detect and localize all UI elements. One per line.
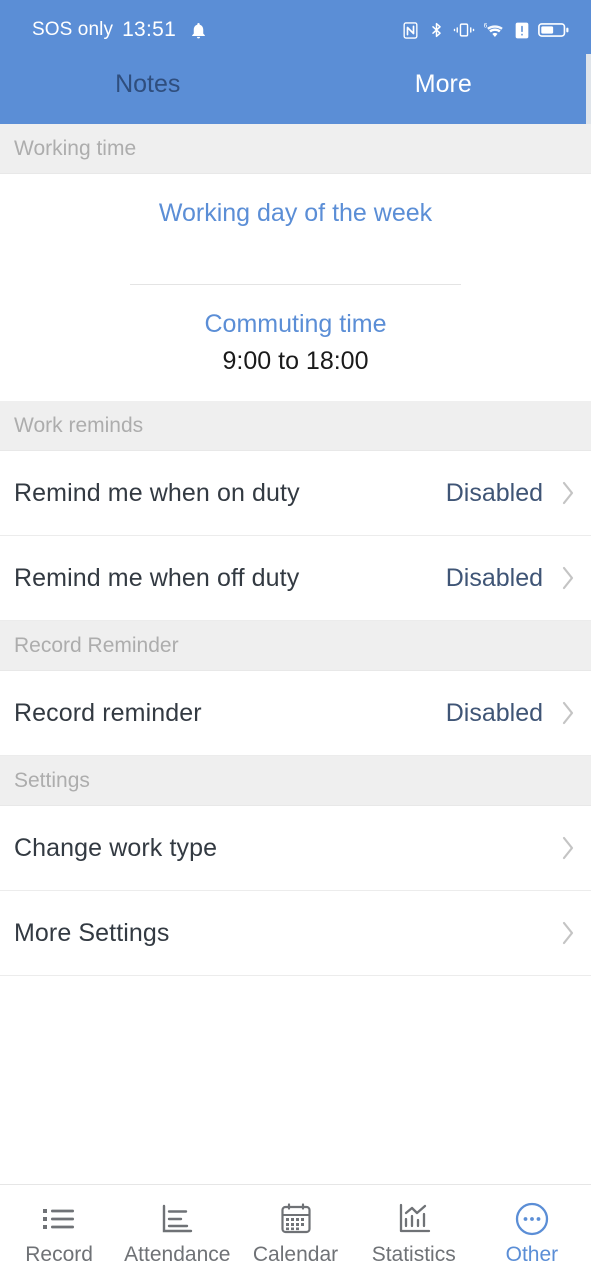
nfc-icon	[401, 21, 420, 40]
nav-label: Other	[505, 1243, 559, 1266]
content-filler	[0, 976, 591, 1184]
signal-alert-icon	[514, 21, 530, 40]
section-header-working-time: Working time	[0, 124, 591, 174]
status-bar-left: SOS only 13:51	[32, 18, 208, 42]
settings-content: Working time Working day of the week Com…	[0, 124, 591, 1184]
nav-label: Statistics	[371, 1243, 456, 1266]
nav-label: Calendar	[252, 1243, 339, 1266]
nav-item-statistics[interactable]: Statistics	[355, 1198, 473, 1267]
tab-notes[interactable]: Notes	[0, 64, 296, 104]
row-record-reminder[interactable]: Record reminder Disabled	[0, 671, 591, 756]
nav-item-attendance[interactable]: Attendance	[118, 1198, 236, 1267]
row-label: Change work type	[14, 833, 218, 862]
wifi-6-icon: 6	[483, 20, 506, 40]
section-header-record-reminder: Record Reminder	[0, 621, 591, 671]
scrollbar-track[interactable]	[586, 54, 591, 124]
working-time-card: Working day of the week Commuting time 9…	[0, 174, 591, 401]
section-header-work-reminds: Work reminds	[0, 401, 591, 451]
row-label: Record reminder	[14, 698, 202, 727]
working-day-of-week-label[interactable]: Working day of the week	[0, 196, 591, 230]
app-root: SOS only 13:51 6 Notes More Working time…	[0, 0, 591, 1280]
nav-item-calendar[interactable]: Calendar	[236, 1198, 354, 1267]
chevron-right-icon	[559, 478, 577, 508]
statistics-chart-icon	[397, 1198, 431, 1240]
row-remind-off-duty[interactable]: Remind me when off duty Disabled	[0, 536, 591, 621]
bluetooth-icon	[428, 20, 445, 40]
carrier-label: SOS only	[32, 19, 114, 40]
row-label: Remind me when off duty	[14, 563, 300, 592]
bottom-navigation: Record Attendance Calendar Statistics Ot…	[0, 1184, 591, 1280]
row-label: More Settings	[14, 918, 170, 947]
nav-item-record[interactable]: Record	[0, 1198, 118, 1267]
status-badge: Disabled	[445, 478, 543, 507]
row-remind-on-duty[interactable]: Remind me when on duty Disabled	[0, 451, 591, 536]
working-day-chips-area[interactable]	[0, 230, 591, 284]
nav-label: Attendance	[124, 1243, 231, 1266]
row-label: Remind me when on duty	[14, 478, 300, 507]
commuting-time-value: 9:00 to 18:00	[222, 347, 369, 375]
chevron-right-icon	[559, 698, 577, 728]
commuting-time-block[interactable]: Commuting time 9:00 to 18:00	[0, 285, 591, 379]
row-more-settings[interactable]: More Settings	[0, 891, 591, 976]
vibrate-icon	[453, 20, 475, 40]
status-badge: Disabled	[445, 563, 543, 592]
clock-label: 13:51	[122, 18, 177, 41]
bell-icon	[189, 21, 208, 40]
chevron-right-icon	[559, 918, 577, 948]
list-icon	[41, 1198, 77, 1240]
chevron-right-icon	[559, 833, 577, 863]
top-tab-bar: Notes More	[0, 60, 591, 124]
chevron-right-icon	[559, 563, 577, 593]
row-change-work-type[interactable]: Change work type	[0, 806, 591, 891]
calendar-icon	[279, 1198, 313, 1240]
tab-more[interactable]: More	[296, 64, 591, 104]
status-badge: Disabled	[445, 698, 543, 727]
status-bar-right: 6	[401, 20, 569, 40]
ellipsis-circle-icon	[514, 1198, 550, 1240]
nav-item-other[interactable]: Other	[473, 1198, 591, 1267]
status-bar: SOS only 13:51 6	[0, 0, 591, 60]
nav-label: Record	[25, 1243, 93, 1266]
svg-text:6: 6	[484, 23, 488, 30]
section-header-settings: Settings	[0, 756, 591, 806]
app-header: SOS only 13:51 6 Notes More	[0, 0, 591, 124]
battery-icon	[538, 21, 569, 39]
bar-chart-horizontal-icon	[160, 1198, 194, 1240]
commuting-time-label: Commuting time	[204, 310, 387, 338]
